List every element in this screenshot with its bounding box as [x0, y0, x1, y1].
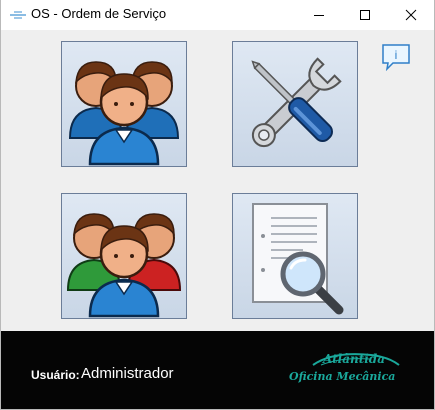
- minimize-icon: [314, 15, 324, 16]
- document-search-icon: [252, 203, 344, 315]
- footer-bar: Usuário: Administrador Atlântida Oficina…: [1, 331, 434, 409]
- window-title: OS - Ordem de Serviço: [31, 6, 167, 21]
- brand-logo: Atlântida Oficina Mecânica: [285, 347, 405, 391]
- usuarios-button[interactable]: [61, 193, 187, 319]
- user-label: Usuário:: [31, 368, 80, 382]
- info-button[interactable]: i: [381, 43, 411, 72]
- minimize-button[interactable]: [296, 0, 342, 30]
- relatorios-button[interactable]: [232, 193, 358, 319]
- close-button[interactable]: [388, 0, 434, 30]
- user-value: Administrador: [81, 365, 174, 382]
- maximize-icon: [360, 10, 370, 20]
- users-colored-icon: [66, 213, 182, 318]
- wrench-screwdriver-icon: [251, 57, 342, 148]
- title-bar: OS - Ordem de Serviço: [1, 0, 434, 30]
- info-speech-icon: i: [382, 44, 410, 72]
- servicos-button[interactable]: [232, 41, 358, 167]
- main-window: OS - Ordem de Serviço i Usuário: Adminis…: [0, 0, 435, 410]
- svg-text:i: i: [395, 48, 398, 62]
- clientes-button[interactable]: [61, 41, 187, 167]
- brand-name: Atlântida: [323, 352, 385, 366]
- brand-subtitle: Oficina Mecânica: [289, 370, 396, 383]
- maximize-button[interactable]: [342, 0, 388, 30]
- app-icon: [10, 11, 26, 19]
- main-content: i: [1, 30, 434, 330]
- close-icon: [405, 9, 417, 21]
- users-group-icon: [68, 61, 180, 166]
